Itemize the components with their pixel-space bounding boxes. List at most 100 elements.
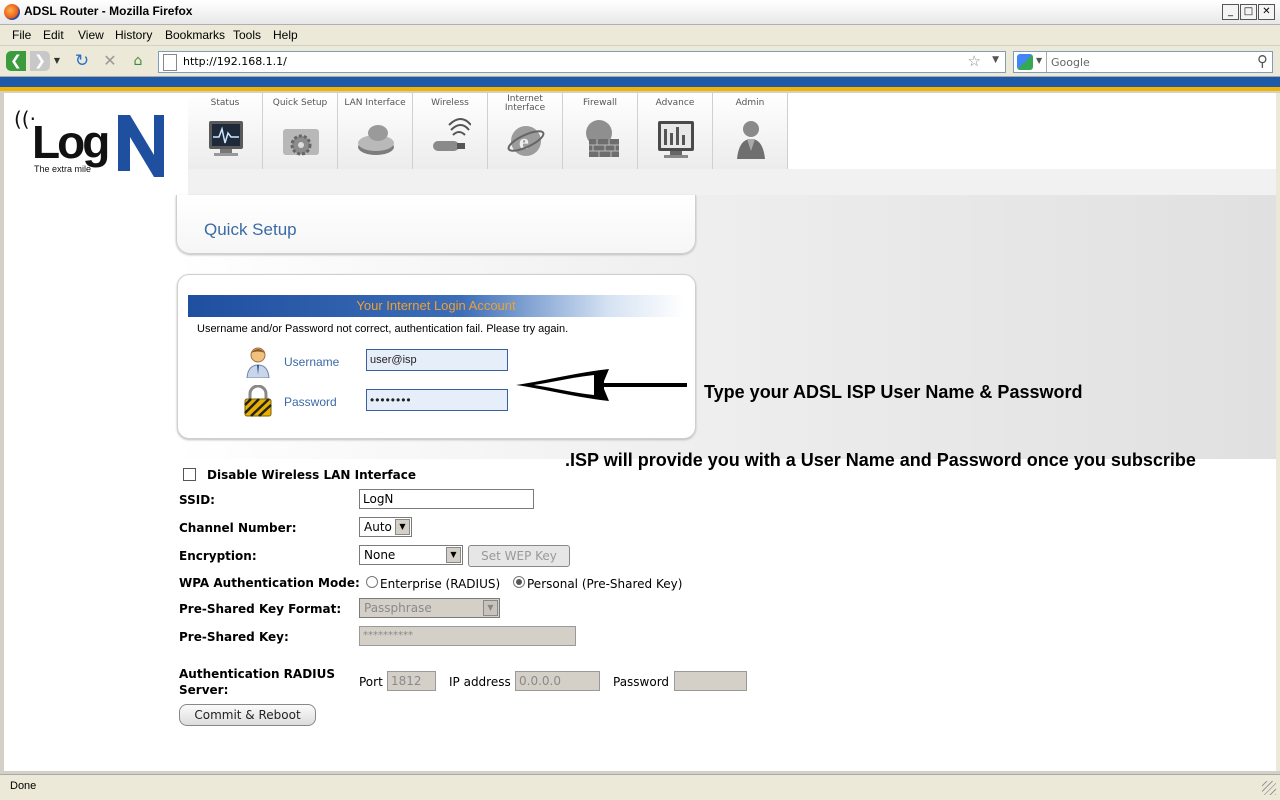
tab-firewall-label: Firewall xyxy=(583,98,617,108)
url-dropdown-icon[interactable]: ▼ xyxy=(992,55,999,65)
logo-n-mark xyxy=(118,115,164,177)
psk-input[interactable]: ********** xyxy=(359,626,576,646)
radius-password-input[interactable] xyxy=(674,671,747,691)
tab-lan-interface[interactable]: LAN Interface xyxy=(338,93,413,169)
channel-select-value: Auto xyxy=(364,520,392,534)
tab-admin[interactable]: Admin xyxy=(713,93,788,169)
pointer-arrow xyxy=(516,369,687,401)
username-label: Username xyxy=(284,355,340,369)
chevron-down-icon: ▼ xyxy=(395,519,410,535)
tab-firewall[interactable]: Firewall xyxy=(563,93,638,169)
header-strip xyxy=(0,77,1280,91)
maximize-button[interactable]: □ xyxy=(1240,4,1257,20)
search-engine-dropdown-icon[interactable]: ▼ xyxy=(1036,56,1042,65)
channel-label: Channel Number: xyxy=(179,521,297,535)
reload-icon[interactable]: ↻ xyxy=(72,51,92,71)
psk-format-select-value: Passphrase xyxy=(364,601,432,615)
tab-advance-label: Advance xyxy=(655,98,695,108)
page-title: Quick Setup xyxy=(204,220,297,239)
google-icon[interactable] xyxy=(1017,54,1033,70)
menu-bookmarks[interactable]: Bookmarks xyxy=(165,28,225,42)
lan-icon xyxy=(358,125,394,155)
ssid-input[interactable]: LogN xyxy=(359,489,534,509)
chevron-down-icon: ▼ xyxy=(483,600,498,616)
minimize-button[interactable]: _ xyxy=(1222,4,1239,20)
tab-status[interactable]: Status xyxy=(188,93,263,169)
wpa-personal-radio[interactable] xyxy=(513,576,525,588)
monitor-icon xyxy=(209,121,243,156)
menu-tools[interactable]: Tools xyxy=(233,28,261,42)
port-input[interactable]: 1812 xyxy=(387,671,436,691)
radius-password-label: Password xyxy=(613,675,670,689)
disable-wlan-label: Disable Wireless LAN Interface xyxy=(207,468,416,482)
back-icon[interactable]: ❮ xyxy=(6,51,26,71)
encryption-select[interactable]: None ▼ xyxy=(359,545,463,565)
status-text: Done xyxy=(10,780,37,792)
encryption-select-value: None xyxy=(364,548,396,562)
menu-help[interactable]: Help xyxy=(273,28,298,42)
password-input[interactable]: •••••••• xyxy=(366,389,508,411)
encryption-label: Encryption: xyxy=(179,549,257,563)
user-icon xyxy=(246,347,270,378)
tab-advance[interactable]: Advance xyxy=(638,93,713,169)
login-header-title: Your Internet Login Account xyxy=(356,298,516,313)
menu-file[interactable]: File xyxy=(12,28,31,42)
password-label: Password xyxy=(284,395,337,409)
port-label: Port xyxy=(359,675,383,689)
logo-brand: Log xyxy=(32,116,110,168)
tab-quick-setup-label: Quick Setup xyxy=(272,98,328,108)
menu-bar: File Edit View History Bookmarks Tools H… xyxy=(0,25,1280,45)
wpa-personal-label: Personal (Pre-Shared Key) xyxy=(527,577,683,591)
chevron-down-icon: ▼ xyxy=(446,547,461,563)
search-bar[interactable]: ▼ Google ⚲ xyxy=(1013,51,1273,73)
url-text: http://192.168.1.1/ xyxy=(183,55,287,68)
radius-label-2: Server: xyxy=(179,683,229,697)
tab-internet-interface[interactable]: Internet Interface e xyxy=(488,93,563,169)
error-message: Username and/or Password not correct, au… xyxy=(197,323,569,335)
tab-lan-interface-label: LAN Interface xyxy=(344,98,406,108)
annotation-line-1: Type your ADSL ISP User Name & Password xyxy=(704,382,1083,402)
search-icon[interactable]: ⚲ xyxy=(1257,52,1268,70)
forward-icon[interactable]: ❯ xyxy=(30,51,50,71)
psk-label: Pre-Shared Key: xyxy=(179,630,289,644)
login-panel: Your Internet Login Account Username and… xyxy=(177,274,696,439)
page-icon xyxy=(163,54,177,71)
firefox-icon xyxy=(4,4,20,20)
close-button[interactable]: ✕ xyxy=(1258,4,1275,20)
psk-format-select[interactable]: Passphrase ▼ xyxy=(359,598,500,618)
resize-grip-icon[interactable] xyxy=(1262,781,1276,795)
menu-view[interactable]: View xyxy=(78,28,104,42)
annotation-line-2: .ISP will provide you with a User Name a… xyxy=(565,450,1196,470)
set-wep-key-button[interactable]: Set WEP Key xyxy=(468,545,570,567)
commit-reboot-button[interactable]: Commit & Reboot xyxy=(179,704,316,726)
ip-address-input[interactable]: 0.0.0.0 xyxy=(515,671,600,691)
psk-format-label: Pre-Shared Key Format: xyxy=(179,602,342,616)
stop-icon[interactable]: ✕ xyxy=(100,51,120,71)
radius-label-1: Authentication RADIUS xyxy=(179,667,336,681)
wpa-enterprise-radio[interactable] xyxy=(366,576,378,588)
url-bar[interactable]: http://192.168.1.1/ ☆ ▼ xyxy=(158,51,1006,73)
menu-history[interactable]: History xyxy=(115,28,152,42)
ip-address-label: IP address xyxy=(449,675,511,689)
logo-tagline: The extra mile xyxy=(34,164,92,174)
router-page: ((· Log The extra mile Status Quick Setu… xyxy=(4,93,1276,771)
advance-icon xyxy=(658,121,694,158)
status-bar: Done xyxy=(0,774,1280,800)
logn-logo: ((· Log The extra mile xyxy=(4,93,174,193)
username-input[interactable]: user@isp xyxy=(366,349,508,371)
window-titlebar: ADSL Router - Mozilla Firefox _ □ ✕ xyxy=(0,0,1280,25)
disable-wlan-checkbox[interactable] xyxy=(183,468,196,481)
tab-wireless[interactable]: Wireless xyxy=(413,93,488,169)
menu-edit[interactable]: Edit xyxy=(43,28,64,42)
admin-icon xyxy=(737,121,765,159)
tab-quick-setup[interactable]: Quick Setup xyxy=(263,93,338,169)
quick-setup-panel: Quick Setup xyxy=(176,195,696,254)
gears-icon xyxy=(283,129,319,156)
channel-select[interactable]: Auto ▼ xyxy=(359,517,412,537)
wpa-mode-label: WPA Authentication Mode: xyxy=(179,576,360,590)
bookmark-star-icon[interactable]: ☆ xyxy=(968,52,981,70)
home-icon[interactable]: ⌂ xyxy=(128,51,148,71)
history-dropdown-icon[interactable]: ▼ xyxy=(52,51,62,71)
vertical-scrollbar[interactable] xyxy=(1276,93,1280,771)
firewall-icon xyxy=(586,120,619,157)
